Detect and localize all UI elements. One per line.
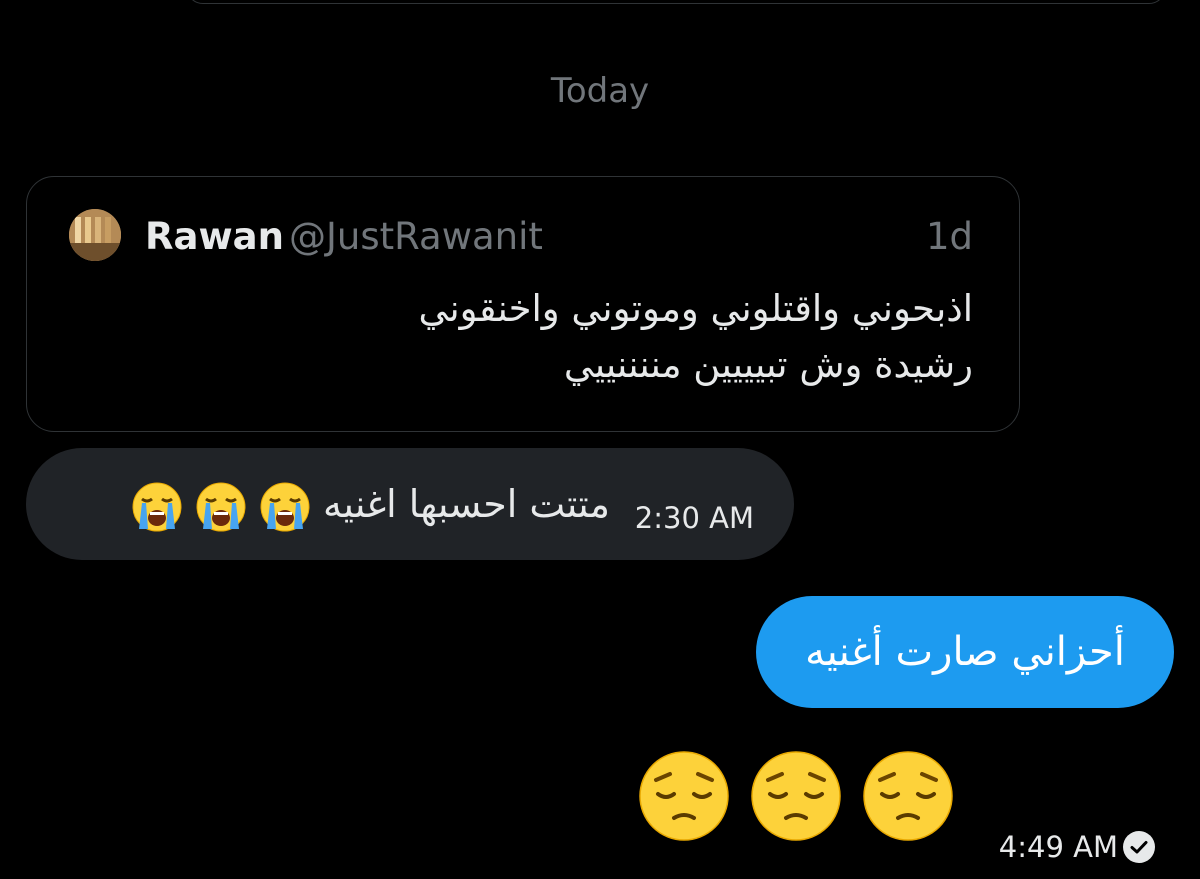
previous-message-card[interactable] bbox=[186, 0, 1166, 4]
quoted-tweet-time: 1d bbox=[925, 215, 973, 258]
pensive-face-icon bbox=[863, 751, 953, 841]
incoming-message-text: متتت احسبها اغنيه bbox=[322, 482, 610, 526]
pensive-face-icon bbox=[639, 751, 729, 841]
pensive-face-icon bbox=[751, 751, 841, 841]
outgoing-message-text: أحزاني صارت أغنيه bbox=[805, 629, 1125, 675]
avatar[interactable] bbox=[69, 209, 121, 261]
outgoing-message-time: 4:49 AM bbox=[998, 830, 1118, 864]
quoted-tweet-author-name[interactable]: Rawan bbox=[145, 213, 284, 261]
read-check-icon bbox=[1123, 831, 1155, 863]
dm-conversation: Today Rawan @JustRawanit 1d اذبحوني واقت… bbox=[0, 0, 1200, 879]
incoming-message-bubble[interactable]: متتت احسبها اغنيه 2:30 AM bbox=[26, 448, 794, 560]
date-separator: Today bbox=[550, 71, 650, 111]
outgoing-emoji-message[interactable] bbox=[638, 750, 968, 841]
incoming-message-time: 2:30 AM bbox=[634, 501, 754, 535]
quoted-tweet-author-handle[interactable]: @JustRawanit bbox=[289, 213, 543, 261]
quoted-tweet-line: رشيدة وش تبيييين مننننييي bbox=[563, 343, 973, 386]
incoming-message-content: متتت احسبها اغنيه bbox=[131, 476, 610, 532]
loudly-crying-face-icon bbox=[132, 482, 182, 531]
loudly-crying-face-icon bbox=[260, 482, 310, 531]
quoted-tweet-line: اذبحوني واقتلوني وموتوني واخنقوني bbox=[418, 287, 973, 330]
loudly-crying-face-icon bbox=[196, 482, 246, 531]
outgoing-message-bubble[interactable]: أحزاني صارت أغنيه bbox=[756, 596, 1174, 708]
quoted-tweet-card[interactable]: Rawan @JustRawanit 1d اذبحوني واقتلوني و… bbox=[26, 176, 1020, 432]
quoted-tweet-text: اذبحوني واقتلوني وموتوني واخنقوني رشيدة … bbox=[273, 281, 973, 393]
